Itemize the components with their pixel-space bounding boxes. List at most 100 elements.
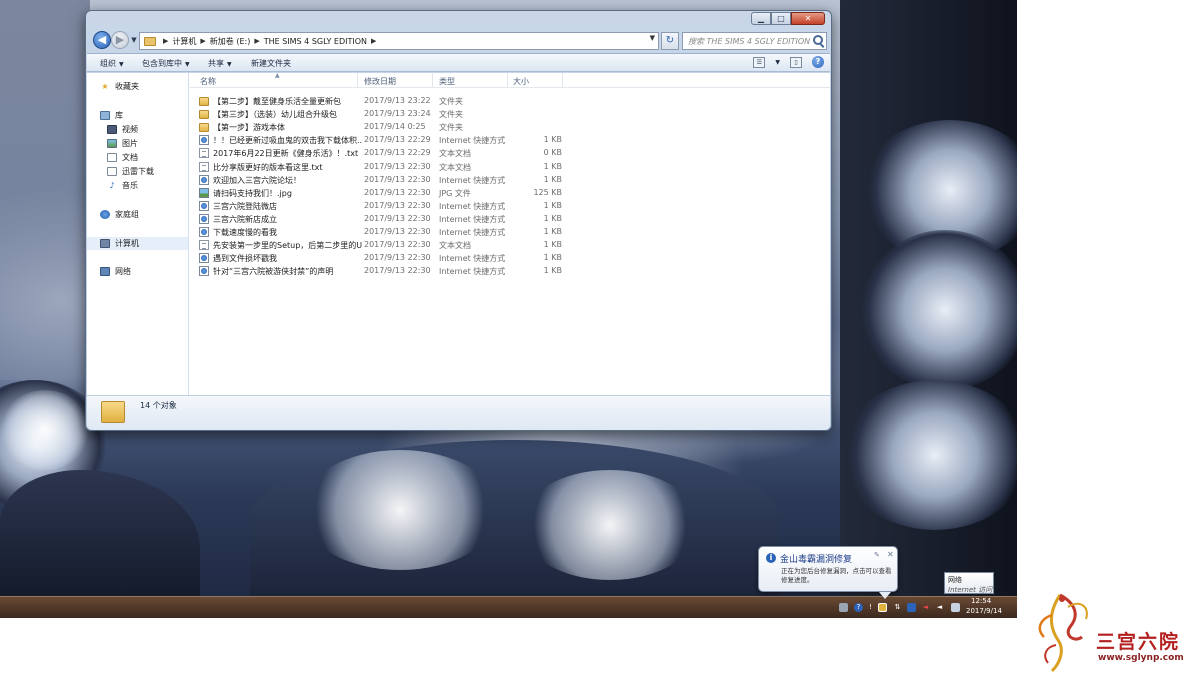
file-name: 遇到文件损坏戳我 bbox=[213, 254, 277, 264]
keyboard-icon[interactable] bbox=[839, 603, 848, 612]
organize-label: 组织 bbox=[100, 59, 116, 68]
column-header-name[interactable]: 名称 bbox=[200, 76, 216, 88]
organize-button[interactable]: 组织 ▼ bbox=[100, 58, 124, 69]
nav-item-computer[interactable]: 计算机 bbox=[87, 237, 188, 250]
close-icon[interactable]: ✕ bbox=[887, 550, 894, 559]
recent-locations-button[interactable]: ▼ bbox=[129, 35, 139, 45]
minimize-button[interactable]: ▁ bbox=[751, 12, 771, 25]
column-divider[interactable] bbox=[432, 73, 433, 88]
file-type: Internet 快捷方式 bbox=[439, 201, 506, 211]
chevron-right-icon[interactable]: ▶ bbox=[200, 37, 205, 45]
help-tray-icon[interactable]: ? bbox=[854, 603, 863, 612]
file-row[interactable]: 请扫码支持我们！.jpg 2017/9/13 22:30 JPG 文件 125 KB bbox=[198, 187, 568, 200]
file-row[interactable]: 遇到文件损坏戳我 2017/9/13 22:30 Internet 快捷方式 1 KB bbox=[198, 252, 568, 265]
breadcrumb-current-folder[interactable]: THE SIMS 4 SGLY EDITION bbox=[264, 37, 367, 46]
file-row[interactable]: 【第一步】游戏本体 2017/9/14 0:25 文件夹 bbox=[198, 121, 568, 134]
column-divider[interactable] bbox=[507, 73, 508, 88]
explorer-content: ★ 收藏夹 库 视频 图片 文档 迅雷下载 ♪ 音乐 家庭组 计算机 网络 名称 ▲… bbox=[87, 72, 830, 395]
nav-item-network[interactable]: 网络 bbox=[100, 265, 201, 278]
include-in-library-button[interactable]: 包含到库中 ▼ bbox=[142, 58, 190, 69]
address-bar[interactable]: ▶ 计算机 ▶ 新加卷 (E:) ▶ THE SIMS 4 SGLY EDITI… bbox=[139, 32, 659, 50]
homegroup-icon bbox=[100, 210, 110, 219]
file-name: 请扫码支持我们！.jpg bbox=[213, 188, 292, 198]
file-size: 1 KB bbox=[543, 266, 562, 276]
forward-button[interactable]: ▶ bbox=[111, 31, 129, 49]
share-button[interactable]: 共享 ▼ bbox=[208, 58, 232, 69]
internet-shortcut-icon bbox=[199, 253, 209, 264]
file-size: 1 KB bbox=[543, 200, 562, 210]
text-file-icon bbox=[199, 161, 209, 172]
chevron-right-icon[interactable]: ▶ bbox=[254, 37, 259, 45]
view-options-icon[interactable]: ☰ bbox=[753, 56, 766, 68]
nav-item-homegroup[interactable]: 家庭组 bbox=[100, 208, 201, 221]
flag-icon[interactable]: ! bbox=[866, 603, 875, 612]
breadcrumb-computer[interactable]: 计算机 bbox=[172, 36, 196, 47]
back-button[interactable]: ◀ bbox=[93, 31, 111, 49]
file-row[interactable]: 三宫六院新店成立 2017/9/13 22:30 Internet 快捷方式 1 KB bbox=[198, 213, 568, 226]
wallpaper-pine-tree bbox=[860, 230, 1017, 390]
preview-pane-icon[interactable]: ▯ bbox=[790, 56, 802, 68]
chevron-right-icon[interactable]: ▶ bbox=[371, 37, 376, 45]
image-file-icon bbox=[199, 187, 209, 198]
clock-date[interactable]: 2017/9/14 bbox=[966, 607, 1002, 615]
library-icon bbox=[100, 111, 110, 120]
volume-muted-icon[interactable]: ◄ bbox=[921, 603, 930, 612]
file-row[interactable]: ！！已经更新过吸血鬼的双击我下载体积... 2017/9/13 22:29 Inte… bbox=[198, 134, 568, 147]
column-header-date[interactable]: 修改日期 bbox=[364, 76, 396, 88]
clock-time[interactable]: 12:54 bbox=[971, 597, 991, 605]
nav-label: 收藏夹 bbox=[115, 82, 139, 91]
breadcrumb-drive-e[interactable]: 新加卷 (E:) bbox=[210, 36, 251, 47]
help-icon[interactable]: ? bbox=[812, 56, 824, 68]
file-row[interactable]: 2017年6月22日更新《健身乐活》！.txt 2017/9/13 22:29 文本… bbox=[198, 147, 568, 160]
maximize-button[interactable]: □ bbox=[771, 12, 791, 25]
wallpaper-mist bbox=[0, 0, 90, 380]
chevron-down-icon[interactable]: ▼ bbox=[775, 59, 780, 66]
file-type: 文件夹 bbox=[439, 97, 463, 106]
nav-label: 视频 bbox=[122, 125, 138, 134]
address-history-dropdown[interactable]: ▼ bbox=[650, 34, 655, 42]
folder-icon bbox=[101, 401, 125, 423]
internet-shortcut-icon bbox=[199, 200, 209, 211]
file-row[interactable]: 针对“三宫六院被游侠封禁”的声明 2017/9/13 22:30 Internet … bbox=[198, 265, 568, 278]
settings-icon[interactable]: ✎ bbox=[874, 551, 880, 559]
network-tray-icon[interactable] bbox=[951, 603, 960, 612]
column-divider[interactable] bbox=[562, 73, 563, 88]
search-input[interactable]: 搜索 THE SIMS 4 SGLY EDITION bbox=[682, 32, 827, 50]
file-type: Internet 快捷方式 bbox=[439, 254, 506, 264]
close-button[interactable]: ✕ bbox=[791, 12, 825, 25]
file-size: 0 KB bbox=[543, 148, 562, 158]
download-icon bbox=[107, 167, 117, 176]
chevron-down-icon: ▼ bbox=[185, 61, 190, 68]
file-row[interactable]: 下载速度慢的看我 2017/9/13 22:30 Internet 快捷方式 1 KB bbox=[198, 226, 568, 239]
file-row[interactable]: 三宫六院登陆微店 2017/9/13 22:30 Internet 快捷方式 1 KB bbox=[198, 200, 568, 213]
file-row[interactable]: 先安装第一步里的Setup，后第二步里的U... 2017/9/13 22:30 文… bbox=[198, 239, 568, 252]
column-header-size[interactable]: 大小 bbox=[513, 76, 529, 88]
file-name: 三宫六院登陆微店 bbox=[213, 201, 277, 211]
kingsoft-antivirus-icon[interactable] bbox=[878, 603, 887, 612]
file-row[interactable]: 欢迎加入三宫六院论坛！ 2017/9/13 22:30 Internet 快捷方式 1… bbox=[198, 174, 568, 187]
new-folder-button[interactable]: 新建文件夹 bbox=[251, 58, 291, 69]
file-row[interactable]: 比分享版更好的版本看这里.txt 2017/9/13 22:30 文本文档 1 KB bbox=[198, 161, 568, 174]
file-date: 2017/9/13 22:29 bbox=[364, 135, 431, 145]
file-size: 1 KB bbox=[543, 240, 562, 250]
notification-balloon[interactable]: i 金山毒霸漏洞修复 ✎ ✕ 正在为您后台修复漏洞，点击可以查看修复进度。 bbox=[758, 546, 898, 599]
taskbar: ? ! ⇅ ◄ ◄ bbox=[0, 596, 1017, 618]
file-date: 2017/9/13 23:22 bbox=[364, 96, 431, 105]
file-size: 1 KB bbox=[543, 174, 562, 184]
column-divider[interactable] bbox=[357, 73, 358, 88]
star-icon: ★ bbox=[101, 82, 109, 91]
sync-icon[interactable]: ⇅ bbox=[893, 603, 902, 612]
nav-item-favorites[interactable]: ★ 收藏夹 bbox=[100, 80, 201, 93]
nav-item-libraries[interactable]: 库 bbox=[100, 109, 201, 122]
column-header-type[interactable]: 类型 bbox=[439, 76, 455, 88]
sound-icon[interactable]: ◄ bbox=[935, 603, 944, 612]
command-bar: 组织 ▼ 包含到库中 ▼ 共享 ▼ 新建文件夹 ☰ ▼ ▯ ? bbox=[87, 53, 830, 72]
shield-icon[interactable] bbox=[907, 603, 916, 612]
file-date: 2017/9/13 22:30 bbox=[364, 213, 431, 223]
file-row[interactable]: 【第三步】（选装）幼儿组合升级包 2017/9/13 23:24 文件夹 bbox=[198, 108, 568, 121]
refresh-button[interactable]: ↻ bbox=[661, 32, 679, 50]
item-count: 14 个对象 bbox=[140, 401, 177, 410]
file-row[interactable]: 【第二步】戴至健身乐活全量更新包 2017/9/13 23:22 文件夹 bbox=[198, 95, 568, 108]
explorer-window: ▁ □ ✕ ◀ ▶ ▼ ▶ 计算机 ▶ 新加卷 (E:) ▶ THE SIMS … bbox=[85, 10, 832, 431]
file-type: Internet 快捷方式 bbox=[439, 136, 506, 146]
